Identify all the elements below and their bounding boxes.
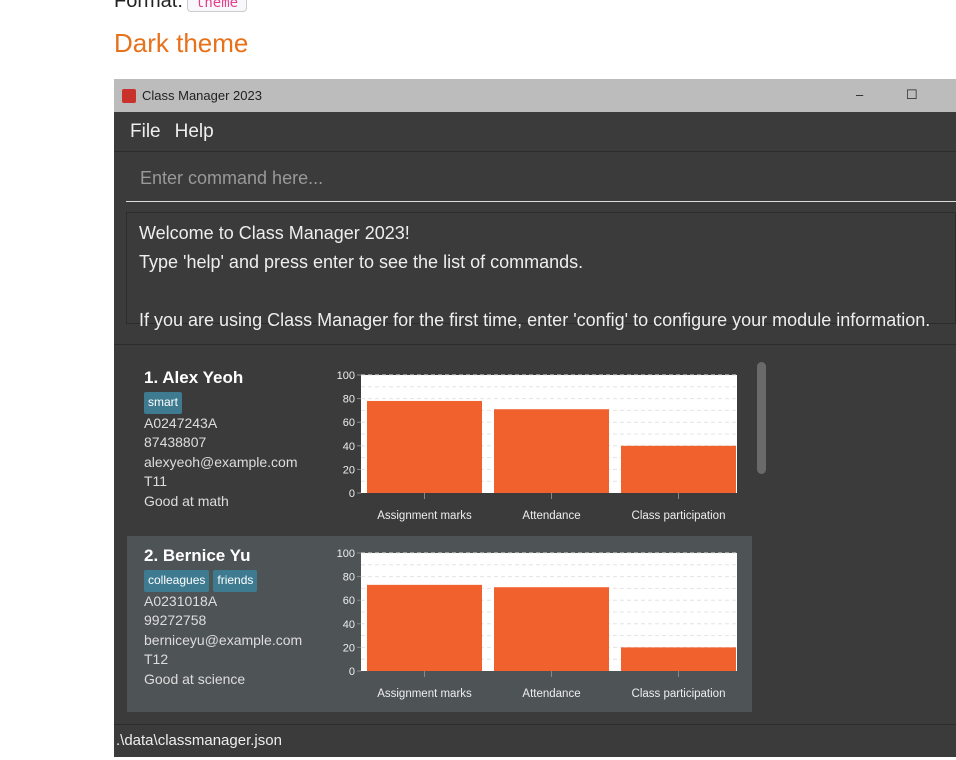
student-comment: Good at math bbox=[144, 492, 229, 509]
student-comment: Good at science bbox=[144, 670, 246, 687]
y-tick-label: 0 bbox=[349, 488, 355, 500]
y-tick-label: 80 bbox=[343, 572, 355, 584]
y-tick-label: 20 bbox=[343, 464, 355, 476]
student-name: 1. Alex Yeoh bbox=[144, 368, 244, 387]
status-bar: .\data\classmanager.json bbox=[114, 724, 956, 757]
scrollbar[interactable] bbox=[755, 360, 767, 712]
x-tick-label: Class participation bbox=[632, 688, 726, 700]
x-tick-label: Assignment marks bbox=[377, 510, 472, 522]
bar bbox=[621, 647, 736, 671]
bar bbox=[494, 587, 609, 671]
bar bbox=[494, 409, 609, 493]
student-tutorial: T12 bbox=[144, 651, 169, 667]
x-tick-label: Assignment marks bbox=[377, 688, 472, 700]
y-tick-label: 60 bbox=[343, 595, 355, 607]
title-bar: Class Manager 2023 – ☐ bbox=[114, 79, 956, 112]
menu-bar: File Help bbox=[114, 112, 956, 152]
y-tick-label: 100 bbox=[337, 370, 355, 382]
student-phone: 87438807 bbox=[144, 434, 207, 450]
minimize-button[interactable]: – bbox=[856, 87, 863, 102]
student-phone: 99272758 bbox=[144, 612, 207, 628]
window-title: Class Manager 2023 bbox=[142, 88, 262, 103]
menu-help[interactable]: Help bbox=[175, 121, 214, 143]
x-tick-label: Attendance bbox=[522, 510, 580, 522]
y-tick-label: 40 bbox=[343, 441, 355, 453]
student-card[interactable]: 2. Bernice Yu colleagues friends A0231018… bbox=[127, 536, 752, 712]
menu-file[interactable]: File bbox=[130, 121, 161, 143]
result-line: If you are using Class Manager for the f… bbox=[139, 310, 931, 330]
bar bbox=[367, 584, 482, 671]
y-tick-label: 100 bbox=[337, 548, 355, 560]
y-tick-label: 40 bbox=[343, 619, 355, 631]
tag: smart bbox=[144, 392, 182, 414]
result-line bbox=[139, 277, 943, 306]
format-line: Format: theme bbox=[114, 0, 248, 13]
maximize-button[interactable]: ☐ bbox=[906, 87, 918, 103]
format-label: Format: bbox=[114, 0, 183, 12]
student-email: alexyeoh@example.com bbox=[144, 453, 298, 470]
grades-chart: 0 20 40 60 80 100 Assignment marks Attendance Cl… bbox=[337, 548, 737, 700]
app-window: Class Manager 2023 – ☐ File Help Enter c… bbox=[114, 79, 956, 757]
student-tutorial: T11 bbox=[144, 473, 168, 489]
bar bbox=[367, 400, 482, 493]
scrollbar-thumb[interactable] bbox=[757, 362, 766, 474]
result-line: Type 'help' and press enter to see the l… bbox=[139, 252, 584, 272]
x-tick-label: Attendance bbox=[522, 688, 580, 700]
tag: friends bbox=[213, 570, 258, 592]
app-icon bbox=[122, 88, 136, 103]
section-heading: Dark theme bbox=[114, 28, 249, 58]
grades-chart: 0 20 40 60 80 100 Assignment marks Attendance Cl… bbox=[337, 370, 737, 522]
y-tick-label: 80 bbox=[343, 394, 355, 406]
result-line: Welcome to Class Manager 2023! bbox=[139, 223, 410, 243]
student-email: berniceyu@example.com bbox=[144, 631, 303, 648]
bar bbox=[621, 445, 736, 493]
student-list: 1. Alex Yeoh smart A0247243A 87438807 al… bbox=[114, 344, 956, 724]
y-tick-label: 20 bbox=[343, 642, 355, 654]
format-code: theme bbox=[186, 0, 248, 12]
y-tick-label: 60 bbox=[343, 417, 355, 429]
result-display: Welcome to Class Manager 2023! Type 'hel… bbox=[126, 212, 956, 330]
tag: colleagues bbox=[144, 570, 210, 592]
student-id: A0231018A bbox=[144, 592, 218, 609]
student-id: A0247243A bbox=[144, 414, 218, 431]
student-name: 2. Bernice Yu bbox=[144, 546, 251, 565]
student-card[interactable]: 1. Alex Yeoh smart A0247243A 87438807 al… bbox=[127, 358, 752, 534]
command-input[interactable]: Enter command here... bbox=[126, 160, 956, 202]
y-tick-label: 0 bbox=[349, 666, 355, 678]
x-tick-label: Class participation bbox=[632, 510, 726, 522]
